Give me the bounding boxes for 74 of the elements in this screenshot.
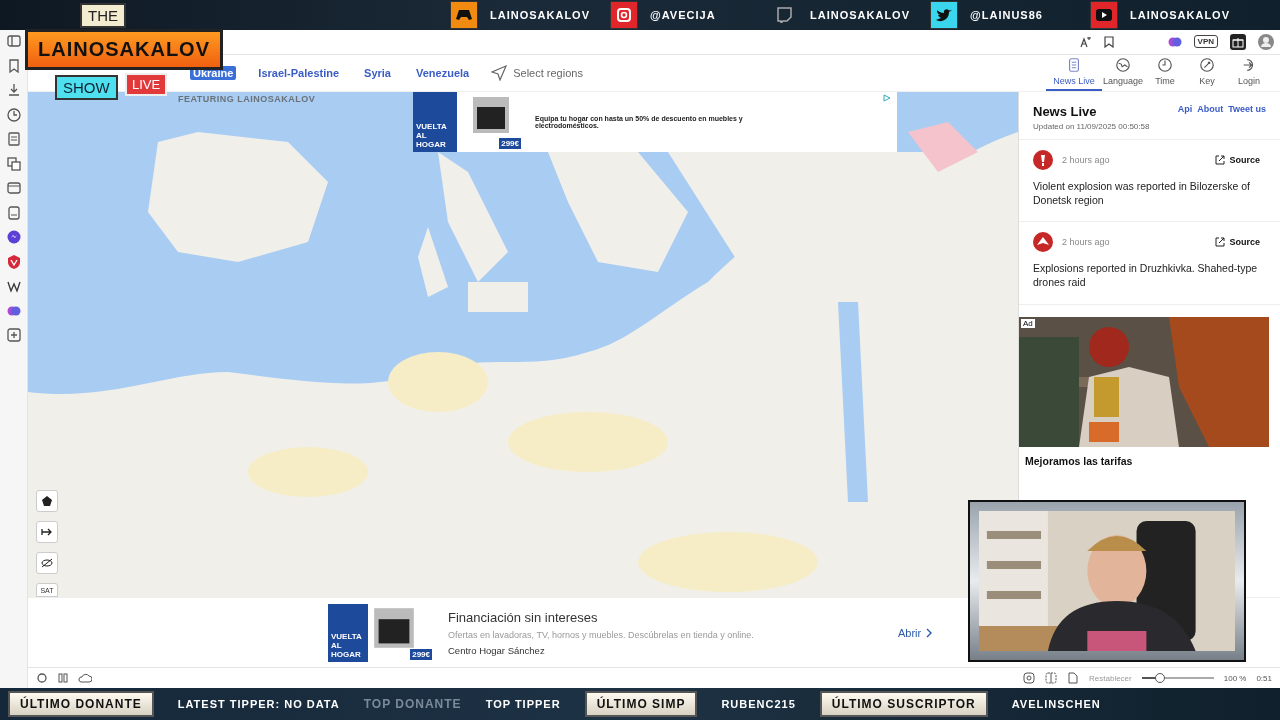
logo-word: THE: [80, 3, 126, 28]
source-link[interactable]: Source: [1215, 237, 1260, 248]
source-link[interactable]: Source: [1215, 155, 1260, 166]
messenger-icon[interactable]: [5, 229, 22, 245]
avatar-icon[interactable]: [1258, 33, 1274, 50]
chevron-icon: [926, 627, 933, 638]
ad-description: Ofertas en lavadoras, TV, hornos y muebles. Descúbrelas en tienda y online.: [448, 629, 755, 640]
ad-badge: Ad: [1021, 318, 1035, 328]
news-time: 2 hours ago: [1062, 237, 1111, 248]
price-tag: 299€: [410, 648, 432, 660]
stat-value: RUBENC215: [721, 698, 796, 710]
header-link[interactable]: About: [1197, 104, 1224, 120]
ad-title[interactable]: Financiación sin intereses: [448, 609, 868, 625]
region-tab[interactable]: Venezuela: [413, 65, 473, 80]
gift-icon[interactable]: [1230, 33, 1246, 50]
document-icon: [1066, 57, 1082, 74]
open-button[interactable]: Abrir: [892, 625, 939, 640]
stat-label: ÚLTIMO SIMP: [584, 691, 698, 717]
social-handle: LAINOSAKALOV: [810, 9, 910, 21]
select-regions-link[interactable]: Select regions: [513, 66, 583, 79]
header-link[interactable]: Tweet us: [1228, 104, 1266, 120]
social-handle: @AVECIJA: [650, 9, 716, 21]
news-text[interactable]: Explosions reported in Druzhkivka. Shahed-type drones raid: [1033, 262, 1260, 290]
panel-icon[interactable]: [5, 33, 22, 49]
tile-icon[interactable]: [1045, 672, 1058, 685]
stat-value: AVELINSCHEN: [1011, 698, 1101, 710]
drone-icon: [1033, 232, 1053, 253]
stat-label: ÚLTIMO SUSCRIPTOR: [819, 691, 988, 717]
live-badge: LIVE: [125, 73, 168, 96]
stat-value: LATEST TIPPER: NO DATA: [177, 698, 340, 710]
compass-icon: [1199, 57, 1215, 74]
logo-title: LAINOSAKALOV: [25, 29, 223, 70]
stat-value: TOP DONANTE: [363, 697, 462, 711]
oven-icon: [372, 605, 416, 650]
updated-text: Updated on 11/09/2025 00:50:58: [1019, 119, 1280, 141]
news-text[interactable]: Violent explosion was reported in Bilozerske of Donetsk region: [1033, 180, 1260, 208]
clock-icon: [1157, 57, 1173, 74]
nav-tab[interactable]: Language: [1102, 54, 1144, 92]
news-time: 2 hours ago: [1062, 155, 1111, 166]
shield-icon[interactable]: [5, 253, 22, 270]
brand-label: VUELTA AL HOGAR: [328, 603, 368, 662]
nav-tab[interactable]: Key: [1186, 54, 1228, 92]
zoom-level: 100 %: [1223, 673, 1247, 683]
advertiser-name: Centro Hogar Sánchez: [448, 644, 546, 656]
explosion-icon: [1033, 150, 1053, 171]
external-link-icon: [1215, 237, 1226, 248]
bird-icon: [930, 1, 958, 29]
chat-bubble-icon: [776, 7, 792, 23]
ad-title[interactable]: Mejoramos las tarifas: [1019, 446, 1280, 475]
nav-tab[interactable]: Time: [1144, 54, 1186, 92]
region-tab[interactable]: Israel-Palestine: [255, 65, 343, 80]
gamepad-icon: [450, 1, 478, 29]
navigation-arrow-icon[interactable]: [491, 64, 508, 81]
social-handle: @LAINUS86: [970, 9, 1043, 21]
nav-tab[interactable]: Login: [1228, 54, 1270, 92]
vpn-button[interactable]: VPN: [1193, 35, 1218, 49]
window-icon[interactable]: [5, 180, 22, 196]
bookmark-icon[interactable]: [1103, 35, 1114, 48]
header-link[interactable]: Api: [1177, 104, 1193, 120]
stat-label: ÚLTIMO DONANTE: [8, 691, 154, 717]
note-icon[interactable]: [5, 131, 22, 147]
stat-value: TOP TIPPER: [485, 698, 561, 710]
social-handle: LAINOSAKALOV: [1130, 9, 1230, 21]
pause-icon[interactable]: [58, 673, 68, 684]
history-icon[interactable]: [5, 106, 22, 123]
reader-icon[interactable]: [5, 204, 22, 221]
cloud-icon[interactable]: [78, 673, 92, 684]
social-handle: LAINOSAKALOV: [490, 9, 590, 21]
capture-icon[interactable]: [1023, 672, 1036, 685]
external-link-icon: [1215, 155, 1226, 166]
region-tab[interactable]: Syria: [361, 65, 394, 80]
add-icon[interactable]: [5, 327, 22, 343]
clock-time: 0:51: [1256, 673, 1272, 683]
panel-title: News Live: [1033, 104, 1097, 120]
